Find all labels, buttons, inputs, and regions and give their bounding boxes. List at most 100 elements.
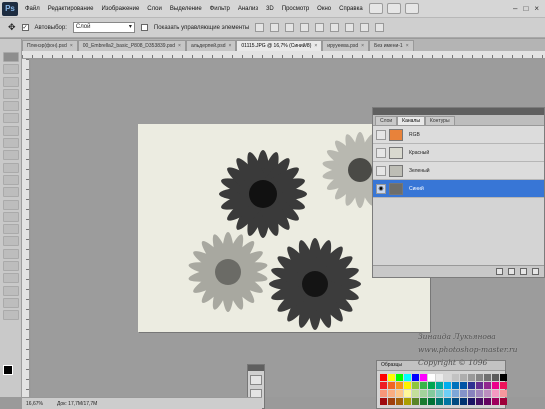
eyedropper-tool-icon[interactable] (2, 113, 19, 124)
vertical-ruler[interactable] (22, 59, 30, 397)
channel-row-blue[interactable]: ◉ Синий (373, 180, 544, 198)
distribute-middle-icon[interactable] (360, 23, 370, 32)
color-picker[interactable] (3, 365, 19, 379)
color-swatch[interactable] (500, 382, 507, 389)
brush-tool-icon[interactable] (2, 138, 19, 149)
healing-brush-tool-icon[interactable] (2, 125, 19, 136)
history-brush-tool-icon[interactable] (2, 162, 19, 173)
color-swatch[interactable] (436, 390, 443, 397)
color-swatch[interactable] (468, 398, 475, 405)
color-swatch[interactable] (420, 398, 427, 405)
dodge-tool-icon[interactable] (2, 211, 19, 222)
color-swatch[interactable] (412, 374, 419, 381)
color-swatch[interactable] (460, 382, 467, 389)
gradient-tool-icon[interactable] (2, 187, 19, 198)
show-controls-checkbox[interactable] (140, 24, 148, 31)
bridge-icon[interactable] (368, 3, 383, 14)
color-swatch[interactable] (476, 374, 483, 381)
color-swatch[interactable] (388, 374, 395, 381)
pen-tool-icon[interactable] (2, 224, 19, 235)
tab-layers[interactable]: Слои (375, 116, 398, 125)
color-swatch[interactable] (444, 390, 451, 397)
color-swatch[interactable] (460, 390, 467, 397)
color-swatch[interactable] (492, 398, 499, 405)
color-swatch[interactable] (388, 382, 395, 389)
color-swatch[interactable] (396, 398, 403, 405)
horizontal-ruler[interactable] (22, 51, 545, 59)
color-swatch[interactable] (404, 382, 411, 389)
tab-document[interactable]: альдерпей.psd × (185, 40, 237, 51)
menu-layers[interactable]: Слои (143, 6, 166, 12)
color-swatch[interactable] (396, 382, 403, 389)
color-swatch[interactable] (388, 398, 395, 405)
align-center-icon[interactable] (315, 23, 325, 32)
color-swatch[interactable] (476, 390, 483, 397)
visibility-eye-icon[interactable] (376, 165, 386, 176)
visibility-eye-icon[interactable] (376, 147, 386, 158)
color-swatch[interactable] (428, 390, 435, 397)
color-swatch[interactable] (420, 390, 427, 397)
menu-analysis[interactable]: Анализ (234, 6, 262, 12)
panel-title-bar[interactable] (373, 108, 544, 115)
eraser-tool-icon[interactable] (2, 174, 19, 185)
menu-select[interactable]: Выделение (166, 6, 206, 12)
save-selection-icon[interactable] (508, 268, 515, 275)
color-swatch[interactable] (380, 374, 387, 381)
tab-document[interactable]: Пленэр(фон).psd × (22, 40, 78, 51)
color-swatch[interactable] (428, 398, 435, 405)
color-swatch[interactable] (380, 390, 387, 397)
color-swatch[interactable] (412, 382, 419, 389)
color-swatch[interactable] (460, 374, 467, 381)
move-tool-icon[interactable] (2, 52, 19, 62)
channel-row-rgb[interactable]: RGB (373, 126, 544, 144)
tab-document-active[interactable]: 01115.JPG @ 16,7% (Синий/8) × (236, 40, 323, 51)
menu-edit[interactable]: Редактирование (44, 6, 98, 12)
color-swatch[interactable] (412, 390, 419, 397)
history-icon[interactable] (250, 375, 262, 385)
distribute-bottom-icon[interactable] (375, 23, 385, 32)
color-swatch[interactable] (404, 374, 411, 381)
color-swatch[interactable] (468, 390, 475, 397)
load-selection-icon[interactable] (496, 268, 503, 275)
hand-tool-icon[interactable] (2, 297, 19, 308)
align-middle-icon[interactable] (270, 23, 280, 32)
autoselect-checkbox[interactable]: ✓ (21, 24, 29, 31)
tab-close-icon[interactable]: × (314, 43, 317, 49)
color-swatch[interactable] (500, 398, 507, 405)
color-swatch[interactable] (436, 398, 443, 405)
align-top-icon[interactable] (255, 23, 265, 32)
clone-stamp-tool-icon[interactable] (2, 150, 19, 161)
move-tool-icon[interactable]: ✥ (8, 22, 16, 33)
visibility-eye-icon[interactable] (376, 129, 386, 140)
color-swatch[interactable] (468, 382, 475, 389)
color-swatch[interactable] (476, 398, 483, 405)
menu-view[interactable]: Просмотр (278, 6, 313, 12)
tab-close-icon[interactable]: × (70, 43, 73, 49)
color-swatch[interactable] (452, 382, 459, 389)
blur-tool-icon[interactable] (2, 199, 19, 210)
type-tool-icon[interactable] (2, 236, 19, 247)
align-bottom-icon[interactable] (285, 23, 295, 32)
path-select-tool-icon[interactable] (2, 248, 19, 259)
color-swatch[interactable] (380, 398, 387, 405)
maximize-icon[interactable]: □ (523, 4, 528, 13)
minimize-icon[interactable]: – (513, 4, 517, 13)
color-swatch[interactable] (500, 374, 507, 381)
trash-icon[interactable] (532, 268, 539, 275)
color-swatch[interactable] (436, 382, 443, 389)
tab-close-icon[interactable]: × (361, 43, 364, 49)
color-swatch[interactable] (492, 382, 499, 389)
tab-paths[interactable]: Контуры (424, 116, 455, 125)
color-swatch[interactable] (428, 374, 435, 381)
channel-row-green[interactable]: Зеленый (373, 162, 544, 180)
color-swatch[interactable] (404, 390, 411, 397)
tab-close-icon[interactable]: × (228, 43, 231, 49)
color-swatch[interactable] (436, 374, 443, 381)
quick-select-tool-icon[interactable] (2, 88, 19, 99)
new-channel-icon[interactable] (520, 268, 527, 275)
3d-rotate-tool-icon[interactable] (2, 273, 19, 284)
color-swatch[interactable] (420, 374, 427, 381)
color-swatch[interactable] (388, 390, 395, 397)
menu-3d[interactable]: 3D (262, 6, 278, 12)
tab-close-icon[interactable]: × (178, 43, 181, 49)
